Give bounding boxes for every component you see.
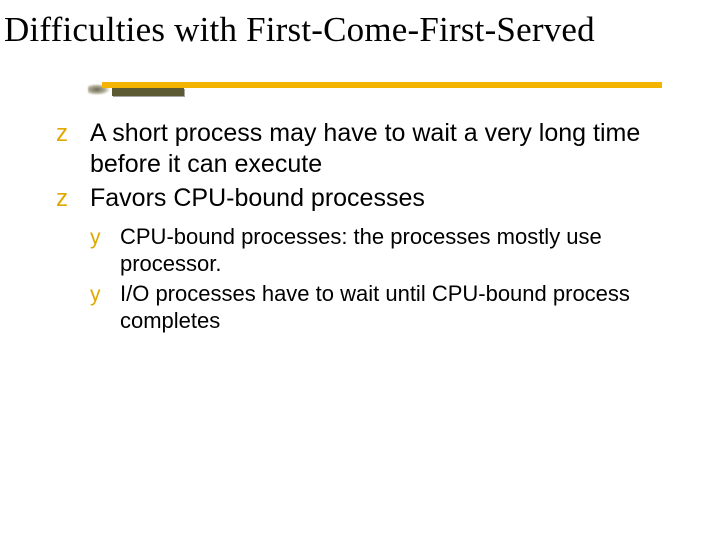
underline-bar-long [102,82,662,88]
list-item: Favors CPU-bound processes [56,183,678,214]
title-underline [24,60,694,108]
bullet-text: Favors CPU-bound processes [90,184,425,212]
slide: Difficulties with First-Come-First-Serve… [0,0,720,540]
list-item: CPU-bound processes: the processes mostl… [90,224,678,278]
bullet-text: I/O processes have to wait until CPU-bou… [120,281,630,333]
list-item: I/O processes have to wait until CPU-bou… [90,281,678,335]
bullet-text: A short process may have to wait a very … [90,119,640,178]
content-area: A short process may have to wait a very … [0,118,720,335]
sub-list: CPU-bound processes: the processes mostl… [56,224,678,335]
underline-bar-short [112,88,184,96]
slide-title: Difficulties with First-Come-First-Serve… [0,0,720,56]
bullet-text: CPU-bound processes: the processes mostl… [120,224,602,276]
list-item: A short process may have to wait a very … [56,118,678,179]
